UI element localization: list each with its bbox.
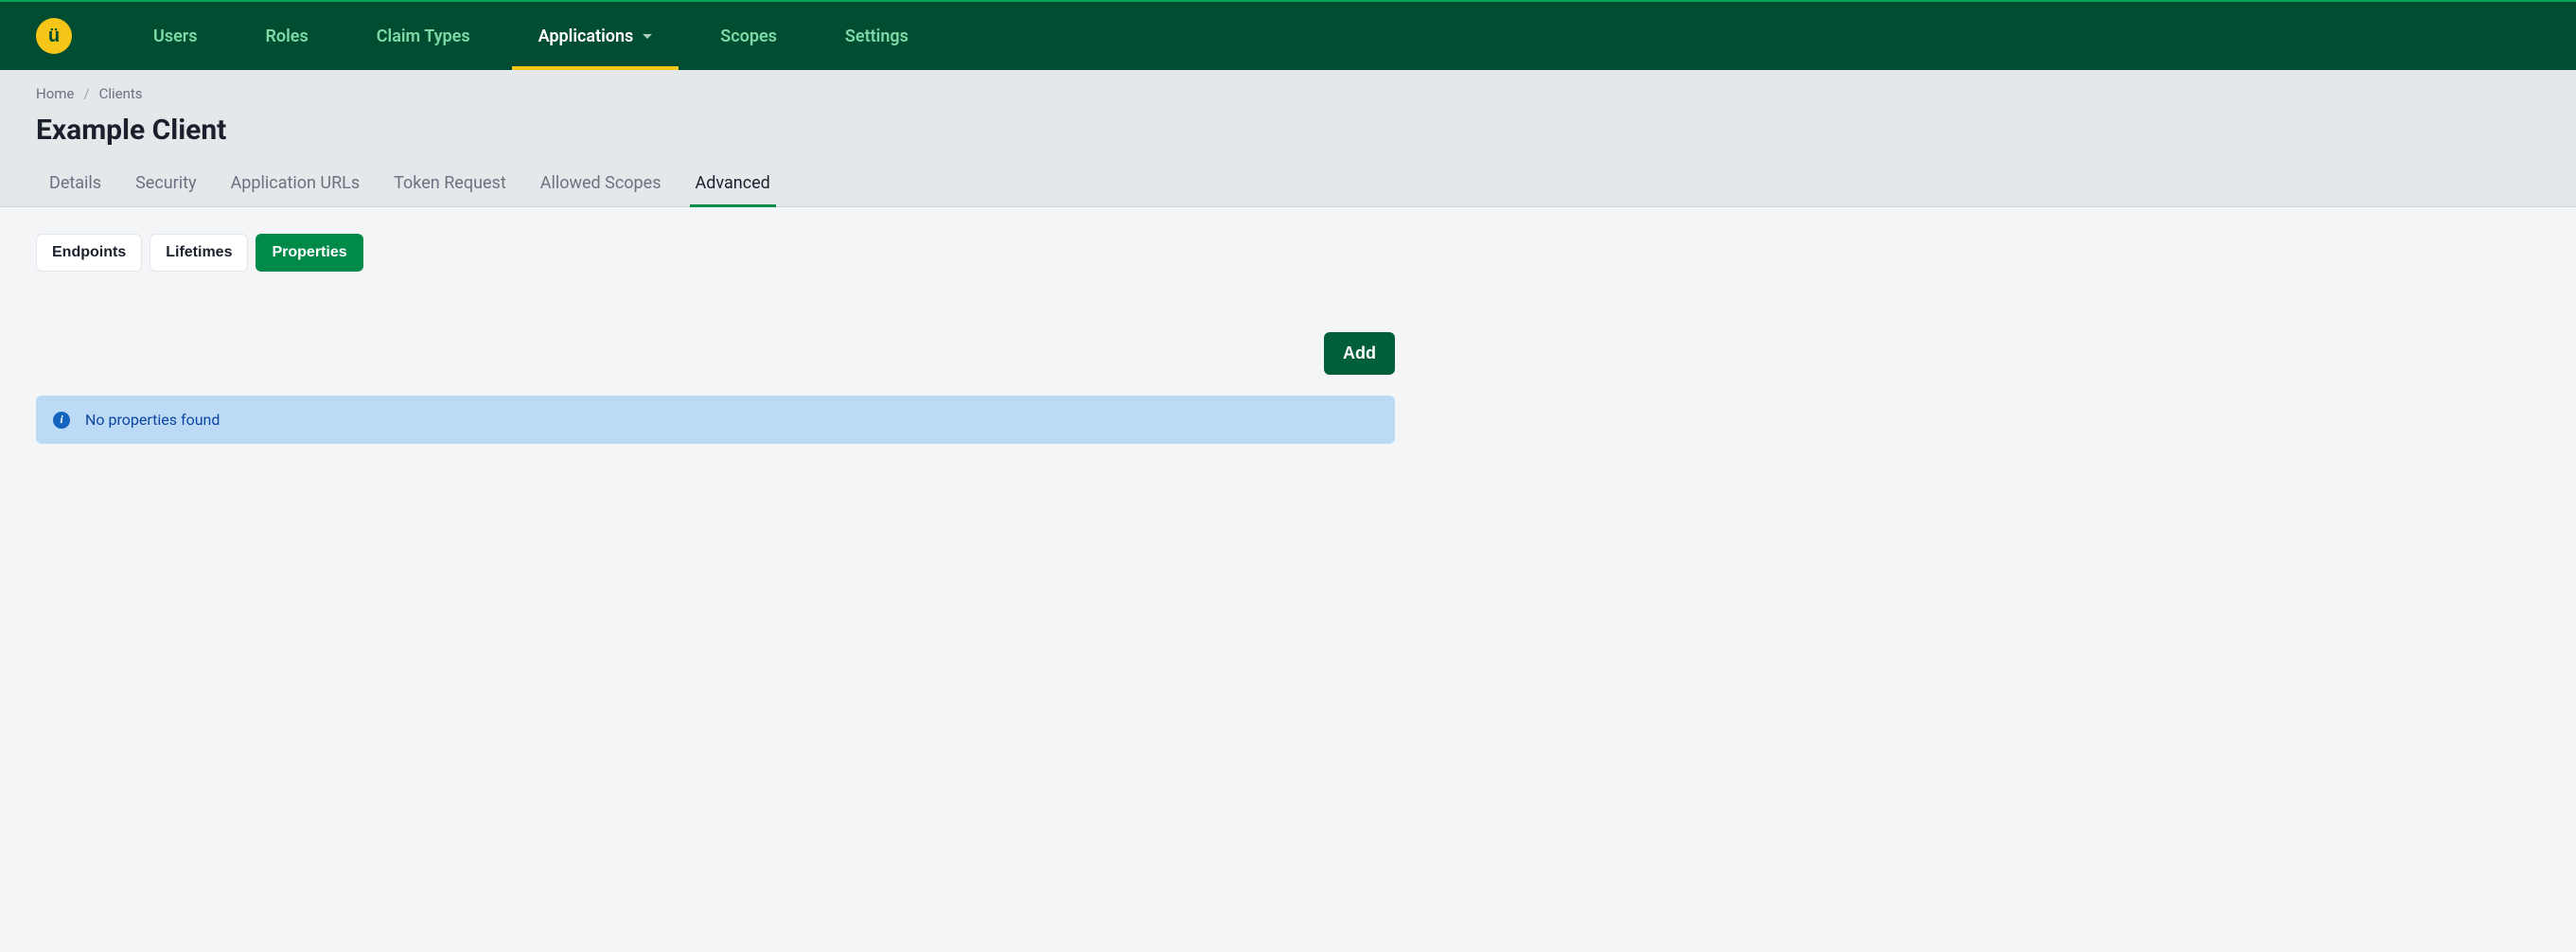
breadcrumb-home[interactable]: Home	[36, 85, 74, 102]
tab-label: Allowed Scopes	[540, 173, 662, 193]
tab-label: Token Request	[394, 173, 506, 193]
content-area: Endpoints Lifetimes Properties Add i No …	[0, 207, 1431, 470]
nav-label: Applications	[538, 26, 634, 46]
chevron-down-icon	[643, 34, 652, 39]
nav-items: Users Roles Claim Types Applications Sco…	[119, 2, 943, 70]
subtab-lifetimes[interactable]: Lifetimes	[150, 234, 248, 272]
tab-application-urls[interactable]: Application URLs	[231, 164, 361, 206]
tab-advanced[interactable]: Advanced	[696, 164, 770, 206]
nav-item-roles[interactable]: Roles	[232, 2, 343, 70]
tab-security[interactable]: Security	[135, 164, 196, 206]
tab-label: Security	[135, 173, 196, 193]
breadcrumb-separator: /	[83, 85, 89, 102]
tab-details[interactable]: Details	[49, 164, 101, 206]
subtabs: Endpoints Lifetimes Properties	[36, 234, 1395, 272]
main-navbar: ü Users Roles Claim Types Applications S…	[0, 2, 2576, 70]
action-row: Add	[36, 332, 1395, 375]
nav-item-claim-types[interactable]: Claim Types	[343, 2, 504, 70]
subtab-properties[interactable]: Properties	[256, 234, 362, 272]
info-icon: i	[53, 412, 70, 429]
tabs: Details Security Application URLs Token …	[36, 164, 2540, 206]
nav-item-scopes[interactable]: Scopes	[686, 2, 811, 70]
nav-label: Scopes	[720, 26, 777, 46]
breadcrumb: Home / Clients	[36, 85, 2540, 102]
breadcrumb-clients[interactable]: Clients	[99, 85, 143, 102]
nav-label: Roles	[266, 26, 309, 46]
nav-label: Users	[153, 26, 198, 46]
nav-label: Claim Types	[377, 26, 470, 46]
subtab-endpoints[interactable]: Endpoints	[36, 234, 142, 272]
tab-label: Application URLs	[231, 173, 361, 193]
logo-letter: ü	[48, 26, 60, 45]
info-alert: i No properties found	[36, 396, 1395, 444]
page-header: Home / Clients Example Client Details Se…	[0, 70, 2576, 207]
tab-token-request[interactable]: Token Request	[394, 164, 506, 206]
alert-message: No properties found	[85, 411, 220, 429]
tab-allowed-scopes[interactable]: Allowed Scopes	[540, 164, 662, 206]
add-button[interactable]: Add	[1324, 332, 1395, 375]
nav-item-applications[interactable]: Applications	[504, 2, 687, 70]
nav-label: Settings	[845, 26, 909, 46]
nav-item-settings[interactable]: Settings	[811, 2, 943, 70]
nav-item-users[interactable]: Users	[119, 2, 232, 70]
brand-logo[interactable]: ü	[36, 18, 72, 54]
tab-label: Details	[49, 173, 101, 193]
page-title: Example Client	[36, 114, 2540, 147]
tab-label: Advanced	[696, 173, 770, 193]
